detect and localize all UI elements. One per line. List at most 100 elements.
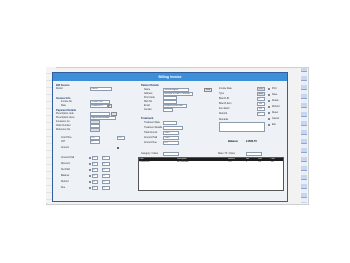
bottom-row-radio[interactable] [89,175,92,178]
patient-row-label: Post Code [144,97,155,99]
balance-value: £1583.70 [246,140,257,143]
info-row-label: Item Each [219,108,230,110]
action-radio[interactable] [268,112,271,115]
cost-row-label: VAT [61,141,66,143]
patient-row-label: Address [144,93,153,95]
bottom-row-field-a[interactable]: 0 [92,168,98,172]
bottom-row-label: Due [61,187,66,189]
patient-row-label: Gender [144,109,152,111]
search-icon: … [113,113,115,115]
bottom-row-field-b[interactable]: 0 [102,186,110,190]
exit-button[interactable]: Exit [272,124,276,126]
table-row[interactable]: 01/Mar/2021 Bill Paid Bank 150 0 150 Yes [139,161,283,164]
action-radio[interactable] [268,100,271,103]
bill-source-header: Bill Source [56,84,70,87]
payment-details-header: Payment Details [56,109,77,112]
print-button[interactable]: Print [272,88,277,90]
find-patient-button[interactable]: Find [204,88,212,92]
cost-row-field-b[interactable]: 0.0 [117,136,125,140]
amount-checkbox[interactable] [117,147,120,150]
patient-row-field[interactable] [163,108,173,112]
doctor-field[interactable]: Doctor [90,87,112,91]
treatment-row-field[interactable]: 0.0 [163,141,179,145]
bottom-row-label: Refund [61,181,69,183]
balance-label: Balance [228,140,238,143]
treatment-row-label: Amount Paid [144,137,158,139]
remarks-field[interactable] [219,122,265,132]
table-cell: 0 [246,161,248,163]
treatment-row-field[interactable]: 150.0 [163,131,179,135]
treatment-row-label: Amount Due [144,142,157,144]
info-row-field[interactable]: Yes [257,107,265,111]
bottom-row-field-a[interactable]: 0 [92,180,98,184]
bottom-row-radio[interactable] [89,163,92,166]
bottom-row-label: Net Paid [61,169,70,171]
table-cell: Yes [270,161,274,163]
bottom-row-field-a[interactable]: 0 [92,174,98,178]
action-radio[interactable] [268,88,271,91]
info-row-field[interactable]: NHS [257,92,265,96]
bottom-row-field-b[interactable]: 0 [102,180,110,184]
delete-button[interactable]: Delete [272,100,279,102]
patient-row-label: Mob No [144,101,153,103]
save-button[interactable]: Save [272,94,277,96]
bottom-row-field-a[interactable]: 0 [92,156,98,160]
action-radio[interactable] [268,118,271,121]
table-cell: 01/Mar/2021 [139,161,151,163]
info-row-label: Type [219,93,224,95]
treatment-row-field[interactable]: 150.0 [163,136,179,140]
bottom-row-field-b[interactable]: 0 [102,168,110,172]
bottom-row-radio[interactable] [89,181,92,184]
pay-row-label: Reference No [56,129,71,131]
bottom-row-label: Balance [61,175,70,177]
background-scrollbar[interactable] [301,67,307,203]
info-row-label: Branch Item [219,103,232,105]
table-empty-area [139,164,283,190]
bottom-row-field-b[interactable]: 0 [102,156,110,160]
action-radio[interactable] [268,124,271,127]
invoice-no-label: Invoice No [61,101,72,103]
bottom-row-field-a[interactable]: 0 [92,162,98,166]
bottom-row-field-a[interactable]: 0 [92,186,98,190]
treatment-row-label: Treatment Date [144,122,160,124]
bottom-row-label: Discount [61,163,70,165]
info-row-field[interactable]: 0 [257,112,265,116]
doctor-label: Doctor [56,88,63,90]
pay-row-label: Prescription name [56,117,75,119]
info-row-field[interactable]: 0 [257,97,265,101]
date-field[interactable]: 01/Mar/2021 [90,104,108,108]
treatment-row-field[interactable] [163,126,183,130]
info-row-label: Invoice Date [219,88,232,90]
bottom-row-radio[interactable] [89,157,92,160]
action-radio[interactable] [268,94,271,97]
patient-row-label: Name [144,89,151,91]
rate-field[interactable] [246,152,262,156]
pay-row-field[interactable] [90,128,100,132]
cost-row-field-a[interactable]: 0 [90,140,100,144]
info-row-field[interactable]: 2021 [257,87,265,91]
refund-button[interactable]: Refund [272,106,279,108]
rate-label: Rate / Hr / Class [218,153,235,155]
bottom-row-radio[interactable] [89,169,92,172]
table-cell: 150 [257,161,261,163]
bottom-row-field-b[interactable]: 0 [102,174,110,178]
bottom-row-radio[interactable] [89,187,92,190]
treatment-row-field[interactable] [163,121,177,125]
info-row-label: Referral [219,113,228,115]
cancel-button[interactable]: Cancel [272,118,279,120]
date-label: Date [61,105,66,107]
category-field[interactable] [163,152,179,156]
pay-row-label: Prescription code [56,113,74,115]
info-row-label: Branch ID [219,98,230,100]
calendar-button[interactable]: ▾ [108,104,112,108]
treatment-header: Treatment [141,117,154,120]
reset-button[interactable]: Reset [272,112,278,114]
table-cell: Bill Paid Bank [176,161,189,163]
table-cell: 150 [228,161,232,163]
cost-row-label: Cost Price [61,137,72,139]
calendar-icon: ▾ [109,105,111,107]
bottom-row-field-b[interactable]: 0 [102,162,110,166]
remarks-label: Remarks [219,119,229,121]
action-radio[interactable] [268,106,271,109]
info-row-field[interactable]: Yes [257,102,265,106]
